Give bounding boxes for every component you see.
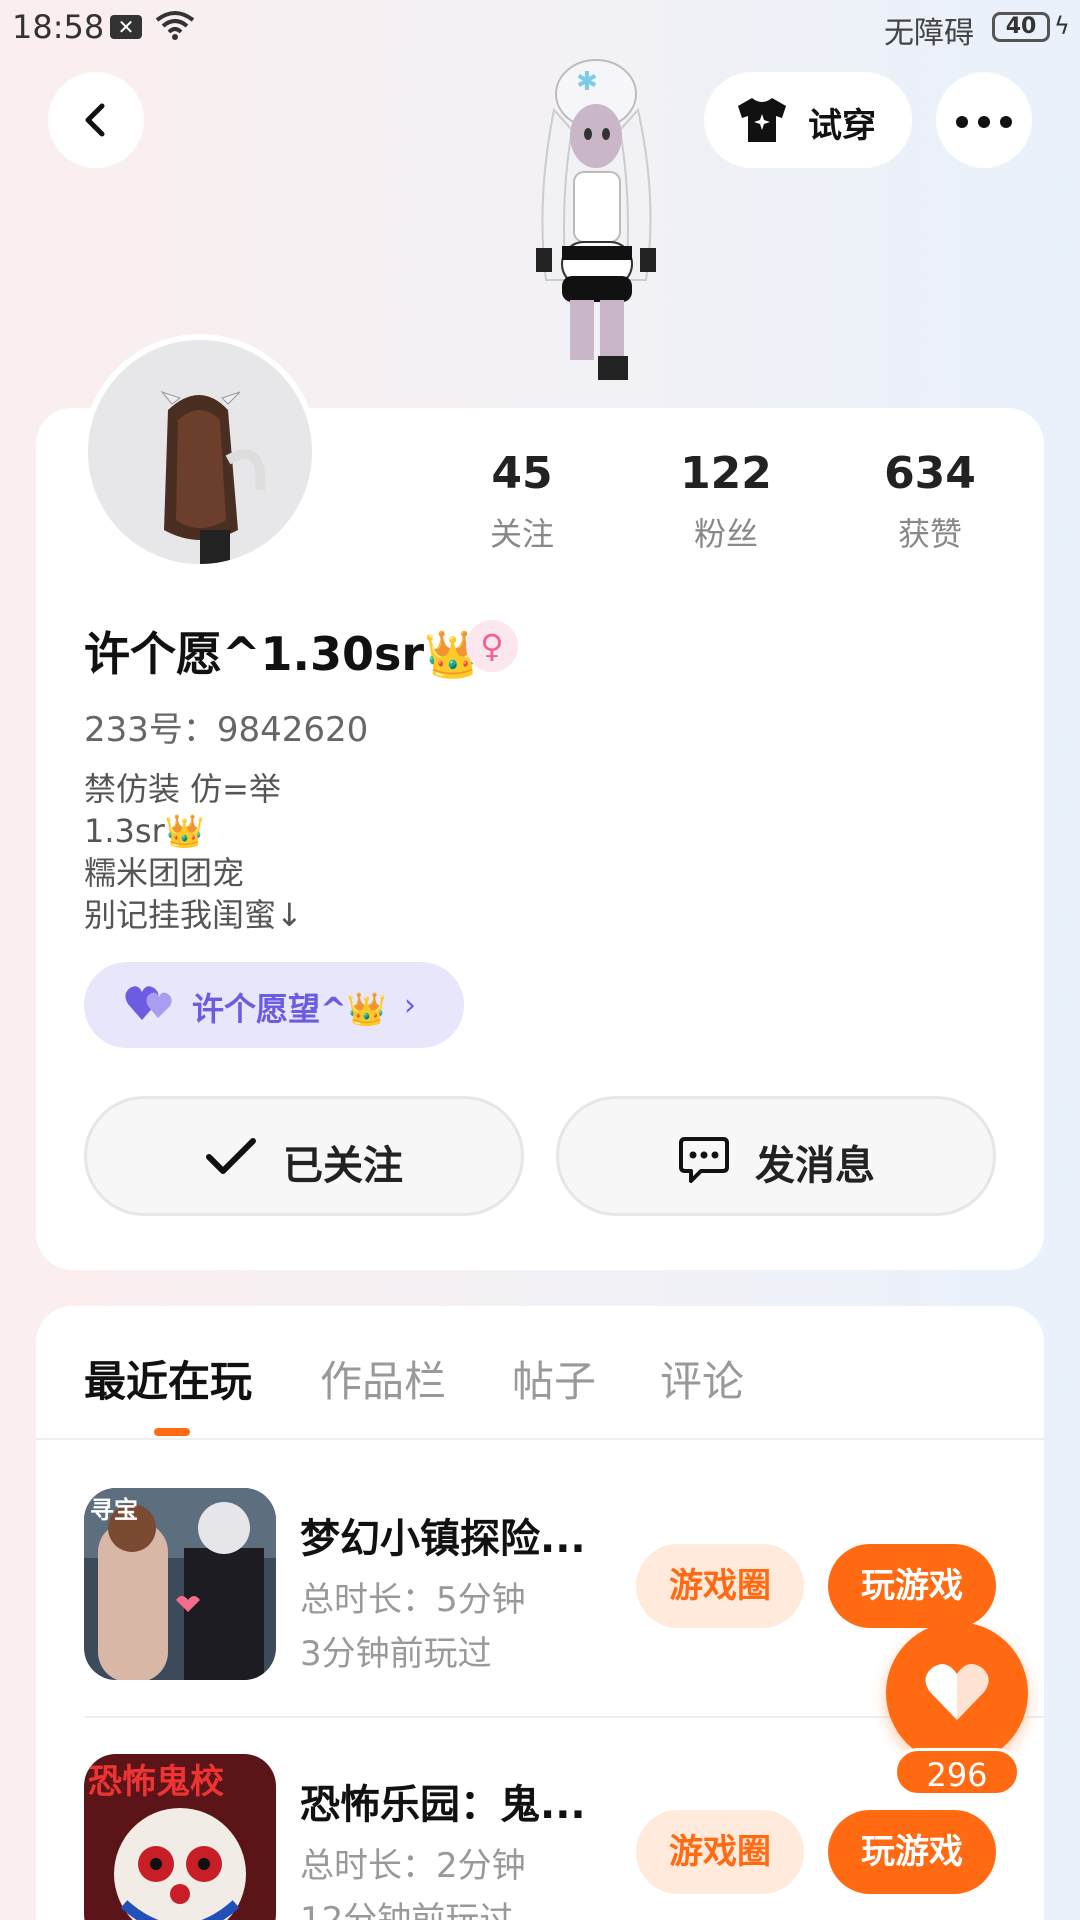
follow-button[interactable]: 已关注	[84, 1096, 524, 1216]
more-dot-icon	[956, 116, 968, 128]
heart-icon	[925, 1664, 989, 1720]
play-game-button[interactable]: 玩游戏	[828, 1544, 996, 1628]
charging-icon: ϟ	[1054, 12, 1070, 40]
chevron-right-icon: ›	[404, 988, 416, 1023]
battery-icon: 40	[992, 12, 1050, 42]
back-button[interactable]	[48, 72, 144, 168]
more-dot-icon	[1000, 116, 1012, 128]
wish-link-label: 许个愿望^👑	[192, 990, 387, 1028]
game-last-played: 12分钟前玩过	[300, 1900, 514, 1920]
stat-likes[interactable]: 634 获赞	[850, 448, 1010, 555]
character-avatar-image[interactable]: ✱	[496, 50, 696, 410]
status-bar: 18:58 ✕ 无障碍 40 ϟ	[0, 0, 1080, 56]
like-button[interactable]	[886, 1622, 1028, 1764]
svg-text:✱: ✱	[576, 67, 598, 97]
stat-followers[interactable]: 122 粉丝	[646, 448, 806, 555]
likes-label: 获赞	[897, 515, 962, 553]
game-last-played: 3分钟前玩过	[300, 1634, 492, 1674]
tab-posts[interactable]: 帖子	[512, 1348, 596, 1409]
female-gender-icon: ♀	[466, 620, 518, 672]
follow-button-label: 已关注	[283, 1143, 403, 1189]
game-title: 恐怖乐园：鬼...	[300, 1782, 586, 1828]
game-thumb-tag: 恐怖鬼校	[88, 1762, 224, 1802]
bio-line: 1.3sr👑	[84, 812, 205, 850]
chevron-left-icon	[85, 103, 105, 137]
try-on-button[interactable]: 试穿	[704, 72, 912, 168]
bio-line: 禁仿装 仿=举	[84, 770, 281, 808]
play-game-button[interactable]: 玩游戏	[828, 1810, 996, 1894]
tab-divider	[36, 1438, 1044, 1440]
send-message-button[interactable]: 发消息	[556, 1096, 996, 1216]
accessibility-label: 无障碍	[884, 16, 974, 51]
profile-avatar[interactable]	[82, 334, 318, 570]
likes-count: 634	[884, 448, 976, 499]
wifi-icon	[155, 11, 195, 40]
status-time: 18:58	[12, 8, 105, 46]
game-circle-button[interactable]: 游戏圈	[636, 1810, 804, 1894]
game-thumbnail[interactable]: 恐怖鬼校	[84, 1754, 276, 1920]
active-tab-indicator	[154, 1428, 190, 1436]
shirt-icon	[738, 98, 786, 142]
tab-comments[interactable]: 评论	[660, 1348, 744, 1409]
game-thumb-tag: 寻宝	[90, 1496, 138, 1524]
user-id: 233号：9842620	[84, 710, 369, 750]
followers-count: 122	[680, 448, 772, 499]
profile-bio: 禁仿装 仿=举 1.3sr👑 糯米团团宠 别记挂我闺蜜↓	[84, 768, 303, 936]
like-count-badge: 296	[894, 1748, 1020, 1796]
following-label: 关注	[489, 515, 554, 553]
avatar-image	[88, 340, 312, 564]
double-heart-icon	[125, 986, 172, 1020]
game-title: 梦幻小镇探险...	[300, 1516, 586, 1562]
profile-nickname: 许个愿^1.30sr👑	[84, 627, 482, 681]
stat-following[interactable]: 45 关注	[442, 448, 602, 555]
more-options-button[interactable]	[936, 72, 1032, 168]
game-thumbnail[interactable]: 寻宝	[84, 1488, 276, 1680]
notification-icon: ✕	[110, 15, 142, 39]
message-bubble-icon	[679, 1137, 729, 1183]
followers-label: 粉丝	[693, 515, 758, 553]
tab-works[interactable]: 作品栏	[320, 1348, 446, 1409]
game-circle-button[interactable]: 游戏圈	[636, 1544, 804, 1628]
following-count: 45	[491, 448, 553, 499]
bio-line: 别记挂我闺蜜↓	[84, 896, 303, 934]
send-message-label: 发消息	[755, 1143, 875, 1189]
check-icon	[206, 1138, 256, 1174]
bio-line: 糯米团团宠	[84, 854, 245, 892]
game-total-duration: 总时长：5分钟	[300, 1580, 526, 1620]
try-on-label: 试穿	[808, 106, 876, 146]
tab-recently-played[interactable]: 最近在玩	[84, 1348, 252, 1409]
game-total-duration: 总时长：2分钟	[300, 1846, 526, 1886]
wish-link-pill[interactable]: 许个愿望^👑 ›	[84, 962, 464, 1048]
more-dot-icon	[978, 116, 990, 128]
